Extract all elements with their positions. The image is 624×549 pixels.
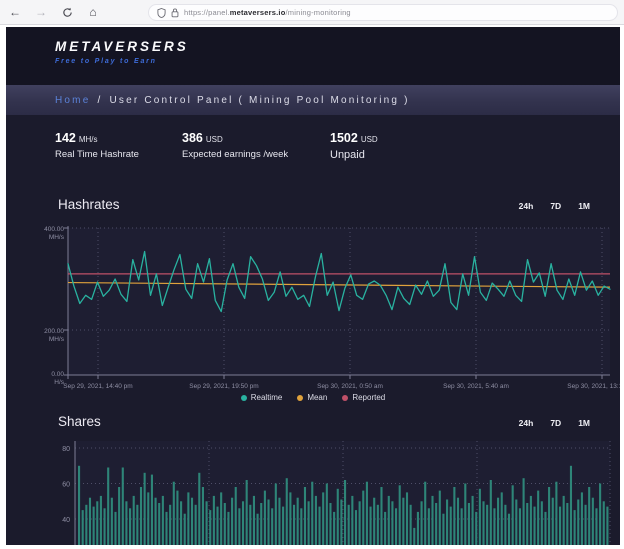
stat-value: 1502 — [330, 131, 358, 145]
shares-section-title: Shares — [58, 414, 101, 429]
lock-icon — [171, 8, 179, 18]
stat-unit: USD — [206, 135, 223, 144]
breadcrumb-home-link[interactable]: Home — [55, 95, 90, 106]
svg-text:40: 40 — [62, 517, 70, 524]
hashrates-range-7d-button[interactable]: 7D — [550, 201, 561, 211]
site-header: METAVERSERS Free to Play to Earn — [6, 27, 620, 85]
svg-text:Sep 30, 2021, 13:10 pm: Sep 30, 2021, 13:10 pm — [567, 383, 620, 390]
browser-home-button[interactable]: ⌂ — [82, 2, 104, 22]
stat-unit: MH/s — [79, 135, 98, 144]
stat-unit: USD — [361, 135, 378, 144]
svg-text:80: 80 — [62, 446, 70, 453]
shares-range-7d-button[interactable]: 7D — [550, 418, 561, 428]
legend-item-realtime: Realtime — [241, 393, 283, 402]
svg-text:Sep 29, 2021, 14:40 pm: Sep 29, 2021, 14:40 pm — [63, 383, 132, 390]
site-logo[interactable]: METAVERSERS Free to Play to Earn — [55, 39, 189, 65]
hashrates-chart: 400.00MH/s200.00MH/s0.00H/sSep 29, 2021,… — [6, 222, 620, 392]
breadcrumb: Home / User Control Panel ( Mining Pool … — [6, 85, 620, 115]
stat-expected-earnings: 386 USD Expected earnings /week — [182, 131, 288, 160]
stat-value: 142 — [55, 131, 76, 145]
url-prefix: https://panel. — [184, 8, 230, 17]
svg-text:Sep 30, 2021, 5:40 am: Sep 30, 2021, 5:40 am — [443, 383, 509, 390]
legend-label: Reported — [352, 393, 385, 402]
stat-realtime-hashrate: 142 MH/s Real Time Hashrate — [55, 131, 139, 160]
breadcrumb-separator: / — [97, 95, 102, 106]
svg-text:Sep 30, 2021, 0:50 am: Sep 30, 2021, 0:50 am — [317, 383, 383, 390]
stat-value: 386 — [182, 131, 203, 145]
hashrates-range-1m-button[interactable]: 1M — [578, 201, 590, 211]
legend-label: Realtime — [251, 393, 283, 402]
hashrates-legend: Realtime Mean Reported — [6, 393, 620, 402]
stat-label: Real Time Hashrate — [55, 149, 139, 160]
stat-label: Expected earnings /week — [182, 149, 288, 160]
browser-reload-button[interactable] — [56, 2, 78, 22]
shares-range-24h-button[interactable]: 24h — [519, 418, 534, 428]
hashrates-range-24h-button[interactable]: 24h — [519, 201, 534, 211]
svg-text:200.00: 200.00 — [44, 328, 64, 335]
svg-text:MH/s: MH/s — [49, 234, 65, 241]
svg-text:0.00: 0.00 — [51, 371, 64, 378]
svg-text:MH/s: MH/s — [49, 336, 65, 343]
shield-icon — [157, 8, 166, 18]
url-path: /mining-monitoring — [286, 8, 351, 17]
shares-range-1m-button[interactable]: 1M — [578, 418, 590, 428]
logo-tagline: Free to Play to Earn — [55, 58, 189, 65]
shares-range-buttons: 24h 7D 1M — [519, 418, 590, 428]
hashrates-range-buttons: 24h 7D 1M — [519, 201, 590, 211]
stat-label: Unpaid — [330, 149, 378, 161]
logo-wordmark: METAVERSERS — [55, 39, 189, 54]
svg-text:60: 60 — [62, 482, 70, 489]
reload-icon — [62, 7, 73, 18]
url-text: https://panel.metaversers.io/mining-moni… — [184, 8, 351, 17]
svg-text:400.00: 400.00 — [44, 226, 64, 233]
realtime-dot-icon — [241, 395, 247, 401]
hashrates-section-title: Hashrates — [58, 197, 120, 212]
breadcrumb-current-page: User Control Panel ( Mining Pool Monitor… — [109, 95, 409, 106]
url-domain: metaversers.io — [230, 8, 286, 17]
stat-unpaid: 1502 USD Unpaid — [330, 131, 378, 161]
legend-label: Mean — [307, 393, 327, 402]
url-bar[interactable]: https://panel.metaversers.io/mining-moni… — [148, 4, 618, 21]
browser-back-button[interactable]: ← — [4, 2, 26, 22]
legend-item-reported: Reported — [342, 393, 385, 402]
svg-text:Sep 29, 2021, 19:50 pm: Sep 29, 2021, 19:50 pm — [189, 383, 258, 390]
page-background: METAVERSERS Free to Play to Earn Home / … — [6, 27, 620, 545]
legend-item-mean: Mean — [297, 393, 327, 402]
browser-toolbar: ← → ⌂ https://panel.metaversers.io/minin… — [0, 0, 624, 25]
mean-dot-icon — [297, 395, 303, 401]
browser-forward-button[interactable]: → — [30, 2, 52, 22]
reported-dot-icon — [342, 395, 348, 401]
shares-chart: 80 60 40 — [6, 439, 620, 545]
